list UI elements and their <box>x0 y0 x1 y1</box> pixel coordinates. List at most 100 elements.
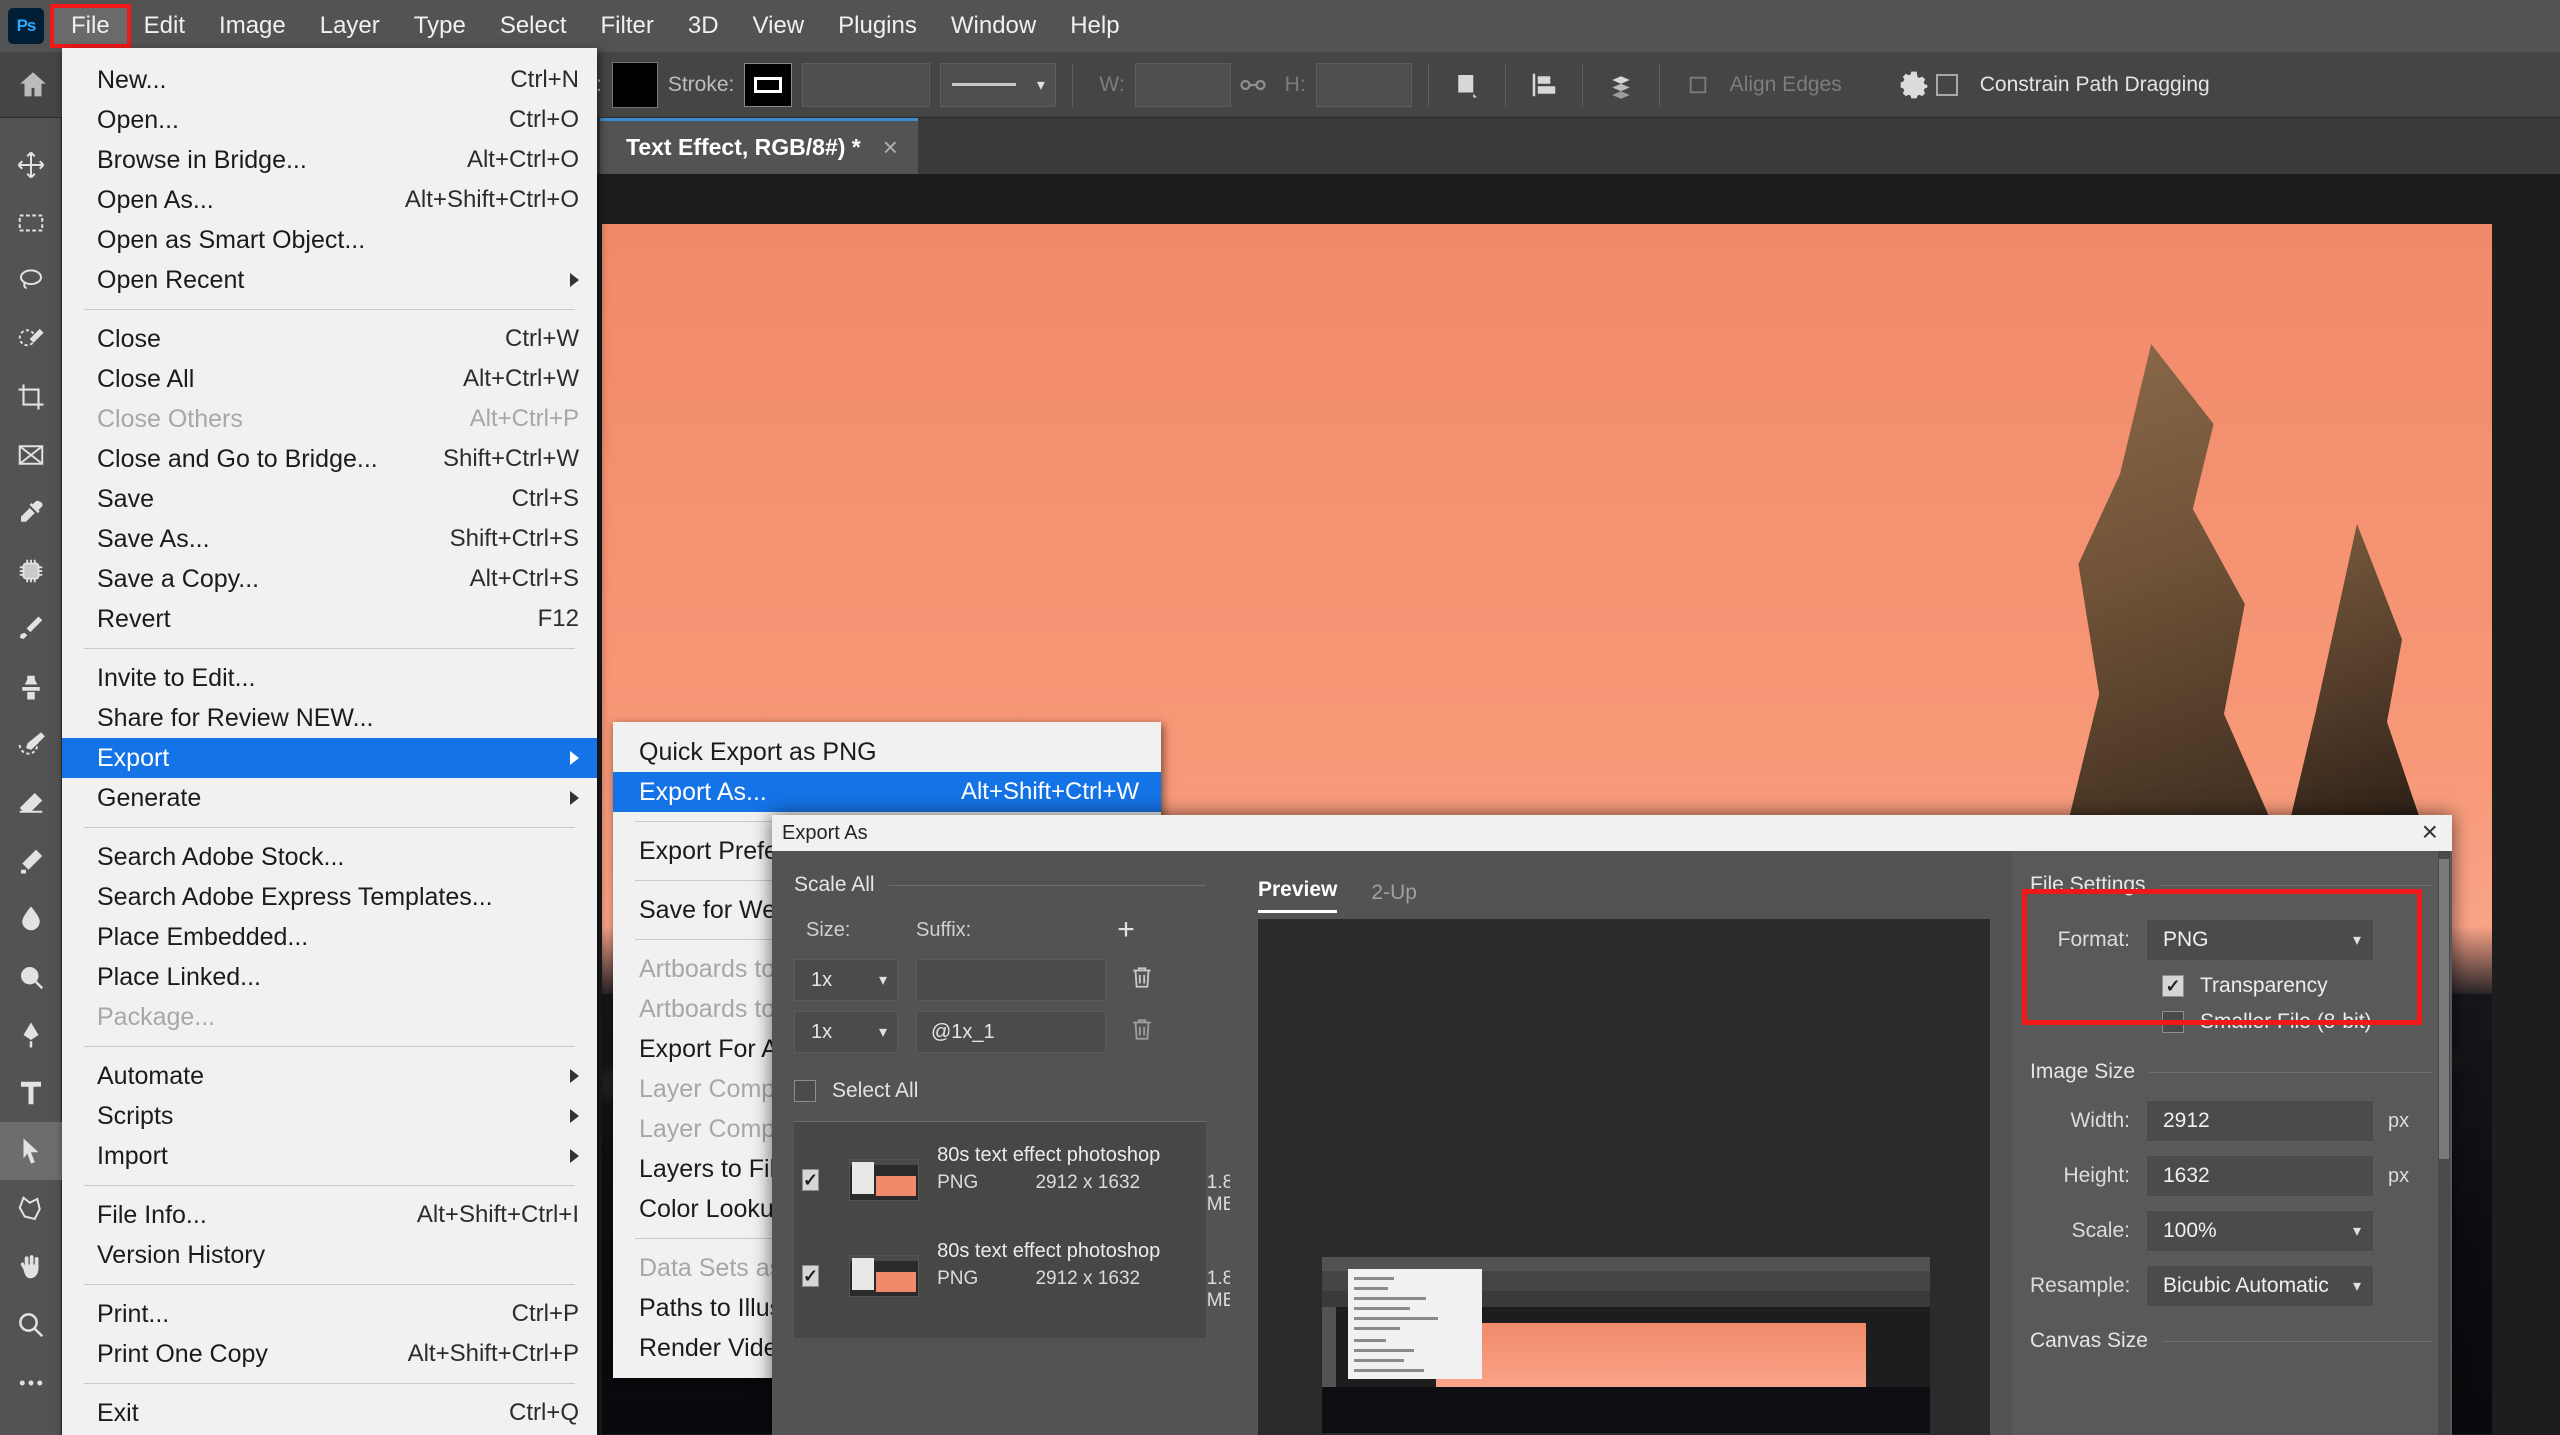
menu-layer[interactable]: Layer <box>303 8 397 44</box>
file-menu-item-search-adobe-stock[interactable]: Search Adobe Stock... <box>62 837 597 877</box>
file-menu-item-close-all[interactable]: Close All Alt+Ctrl+W <box>62 359 597 399</box>
list-item[interactable]: ✓ 80s text effect photoshop PNG 2912 x 1… <box>794 1132 1235 1228</box>
file-menu-item-invite-to-edit[interactable]: Invite to Edit... <box>62 658 597 698</box>
path-arrangement-icon[interactable] <box>1599 63 1643 107</box>
file-menu-item-save-a-copy[interactable]: Save a Copy... Alt+Ctrl+S <box>62 559 597 599</box>
file-menu-item-browse-in-bridge[interactable]: Browse in Bridge... Alt+Ctrl+O <box>62 140 597 180</box>
tool-dodge[interactable] <box>0 948 62 1006</box>
format-dropdown[interactable]: PNG ▾ <box>2146 919 2374 961</box>
align-edges-checkbox[interactable] <box>1676 63 1720 107</box>
file-menu-item-generate[interactable]: Generate <box>62 778 597 818</box>
file-menu-item-share-for-review-new[interactable]: Share for Review NEW... <box>62 698 597 738</box>
file-menu-item-open-recent[interactable]: Open Recent <box>62 260 597 300</box>
tool-zoom[interactable] <box>0 1296 62 1354</box>
menu-view[interactable]: View <box>736 8 822 44</box>
select-all-checkbox[interactable] <box>794 1080 816 1102</box>
scrollbar-thumb[interactable] <box>2439 859 2449 1159</box>
tool-move[interactable] <box>0 136 62 194</box>
menu-select[interactable]: Select <box>483 8 584 44</box>
stroke-style-dropdown[interactable]: ▾ <box>940 62 1057 107</box>
file-menu-item-close-and-go-to-bridge[interactable]: Close and Go to Bridge... Shift+Ctrl+W <box>62 439 597 479</box>
tool-brush[interactable] <box>0 600 62 658</box>
file-menu-item-file-info[interactable]: File Info... Alt+Shift+Ctrl+I <box>62 1195 597 1235</box>
tool-shape[interactable] <box>0 1180 62 1238</box>
constrain-path-dragging-checkbox[interactable] <box>1935 73 1958 96</box>
tab-preview[interactable]: Preview <box>1258 878 1338 913</box>
menu-plugins[interactable]: Plugins <box>821 8 934 44</box>
file-checkbox[interactable]: ✓ <box>802 1265 820 1287</box>
file-menu-item-print-one-copy[interactable]: Print One Copy Alt+Shift+Ctrl+P <box>62 1334 597 1374</box>
close-icon[interactable]: × <box>883 132 898 163</box>
delete-icon[interactable] <box>1120 964 1164 997</box>
tool-eraser[interactable] <box>0 774 62 832</box>
file-menu-item-scripts[interactable]: Scripts <box>62 1096 597 1136</box>
file-menu-item-place-linked[interactable]: Place Linked... <box>62 957 597 997</box>
file-menu-item-version-history[interactable]: Version History <box>62 1235 597 1275</box>
smaller-file-row[interactable]: Smaller File (8-bit) <box>2162 1010 2432 1034</box>
tool-type[interactable] <box>0 1064 62 1122</box>
file-menu-item-revert[interactable]: Revert F12 <box>62 599 597 639</box>
file-menu-item-export[interactable]: Export <box>62 738 597 778</box>
scale-size-dropdown[interactable]: 1x ▾ <box>794 1011 898 1053</box>
file-menu-item-search-adobe-express-templates[interactable]: Search Adobe Express Templates... <box>62 877 597 917</box>
width-input[interactable]: 2912 <box>2146 1100 2374 1142</box>
fill-color-swatch[interactable] <box>611 61 658 108</box>
close-icon[interactable]: × <box>2422 817 2438 847</box>
scale-suffix-input[interactable] <box>916 959 1106 1001</box>
tool-lasso[interactable] <box>0 252 62 310</box>
delete-icon[interactable] <box>1120 1016 1164 1049</box>
transparency-checkbox[interactable]: ✓ <box>2162 975 2184 997</box>
file-menu-item-place-embedded[interactable]: Place Embedded... <box>62 917 597 957</box>
file-menu-dropdown[interactable]: New... Ctrl+N Open... Ctrl+O Browse in Bridg… <box>62 48 597 1435</box>
menu-edit[interactable]: Edit <box>127 8 202 44</box>
tool-eyedropper[interactable] <box>0 484 62 542</box>
file-menu-item-exit[interactable]: Exit Ctrl+Q <box>62 1393 597 1433</box>
shape-height-input[interactable] <box>1315 62 1412 107</box>
file-menu-item-import[interactable]: Import <box>62 1136 597 1176</box>
tool-spot-healing-brush[interactable] <box>0 542 62 600</box>
export-as-dialog[interactable]: Export As × Scale All Size: Suffix: + 1x <box>772 815 2452 1435</box>
stroke-color-swatch[interactable] <box>744 62 793 107</box>
file-menu-item-print[interactable]: Print... Ctrl+P <box>62 1294 597 1334</box>
menu-help[interactable]: Help <box>1053 8 1136 44</box>
tool-blur[interactable] <box>0 890 62 948</box>
tool-crop[interactable] <box>0 368 62 426</box>
file-menu-item-open[interactable]: Open... Ctrl+O <box>62 100 597 140</box>
file-menu-item-save-as[interactable]: Save As... Shift+Ctrl+S <box>62 519 597 559</box>
menu-window[interactable]: Window <box>934 8 1053 44</box>
scale-size-dropdown[interactable]: 1x ▾ <box>794 959 898 1001</box>
export-menu-item-export-as[interactable]: Export As... Alt+Shift+Ctrl+W <box>613 772 1161 812</box>
tool-gradient[interactable] <box>0 832 62 890</box>
tool-path-selection[interactable] <box>0 1122 62 1180</box>
transparency-row[interactable]: ✓ Transparency <box>2162 974 2432 998</box>
path-alignment-icon[interactable] <box>1522 63 1566 107</box>
list-item[interactable]: ✓ 80s text effect photoshop PNG 2912 x 1… <box>794 1228 1235 1324</box>
tool-rectangular-marquee[interactable] <box>0 194 62 252</box>
tool-edit-toolbar[interactable] <box>0 1354 62 1412</box>
menu-3d[interactable]: 3D <box>671 8 736 44</box>
path-operations-icon[interactable] <box>1445 63 1489 107</box>
file-menu-item-open-as[interactable]: Open As... Alt+Shift+Ctrl+O <box>62 180 597 220</box>
height-input[interactable]: 1632 <box>2146 1155 2374 1197</box>
document-tab[interactable]: Text Effect, RGB/8#) * × <box>600 118 918 174</box>
home-icon[interactable] <box>0 68 66 102</box>
settings-scrollbar[interactable] <box>2438 851 2450 1435</box>
stroke-width-input[interactable] <box>802 62 931 107</box>
resample-dropdown[interactable]: Bicubic Automatic ▾ <box>2146 1265 2374 1307</box>
tool-quick-selection[interactable] <box>0 310 62 368</box>
tool-pen[interactable] <box>0 1006 62 1064</box>
file-menu-item-automate[interactable]: Automate <box>62 1056 597 1096</box>
tool-history-brush[interactable] <box>0 716 62 774</box>
tool-frame[interactable] <box>0 426 62 484</box>
tab-2up[interactable]: 2-Up <box>1371 881 1417 913</box>
file-menu-item-save[interactable]: Save Ctrl+S <box>62 479 597 519</box>
select-all-row[interactable]: Select All <box>794 1079 1206 1122</box>
shape-width-input[interactable] <box>1134 62 1231 107</box>
export-menu-item-quick-export-as-png[interactable]: Quick Export as PNG <box>613 732 1161 772</box>
menu-file[interactable]: File <box>50 4 131 48</box>
file-menu-item-open-as-smart-object[interactable]: Open as Smart Object... <box>62 220 597 260</box>
scale-suffix-input[interactable]: @1x_1 <box>916 1011 1106 1053</box>
add-scale-button[interactable]: + <box>1106 913 1146 947</box>
link-icon[interactable] <box>1231 63 1275 107</box>
tool-clone-stamp[interactable] <box>0 658 62 716</box>
